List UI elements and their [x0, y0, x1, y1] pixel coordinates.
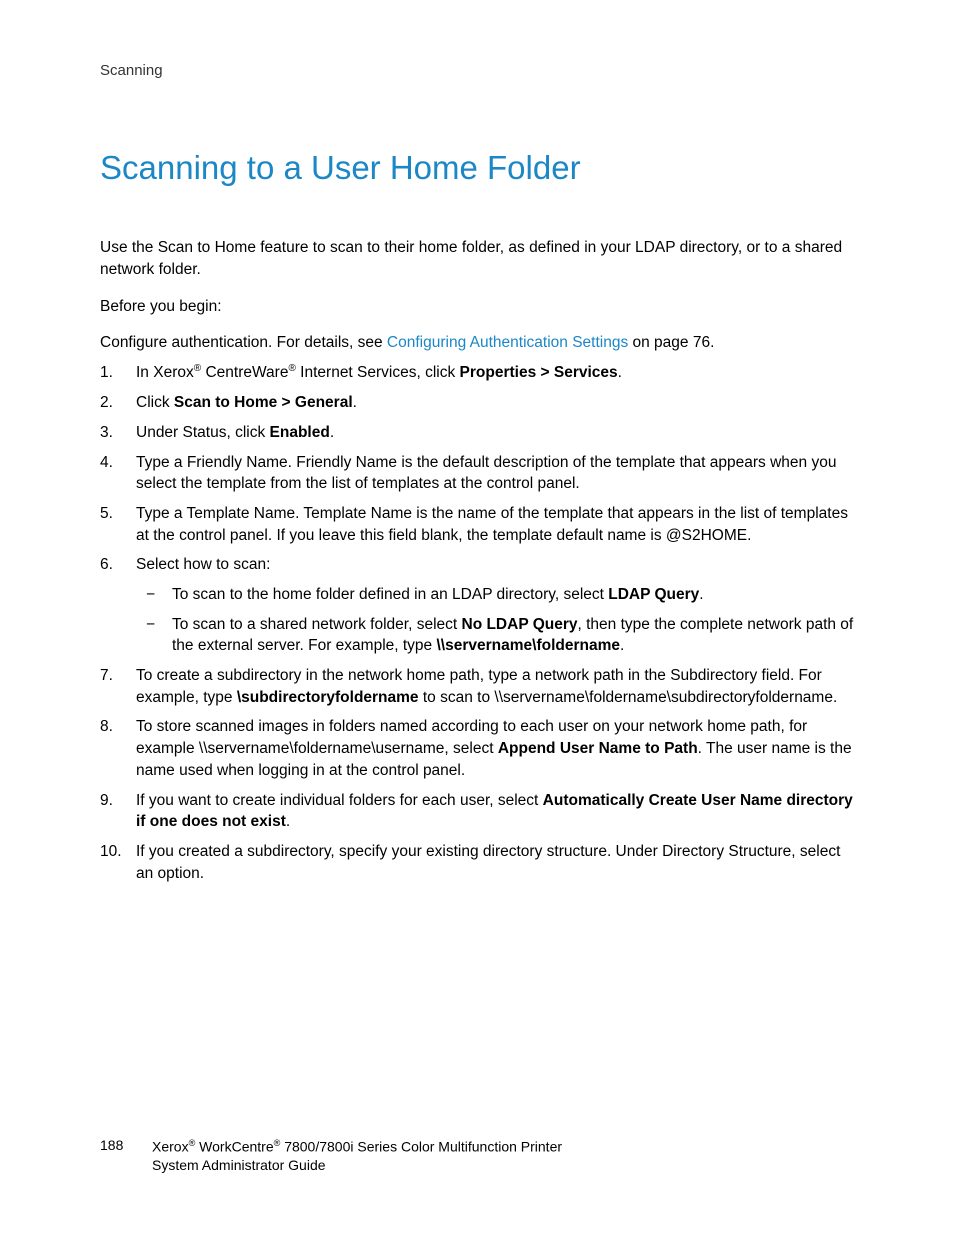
step-6b: To scan to a shared network folder, sele…	[136, 614, 854, 657]
page-number: 188	[100, 1137, 152, 1175]
configure-prefix: Configure authentication. For details, s…	[100, 334, 387, 351]
step-9: If you want to create individual folders…	[100, 790, 854, 833]
step-7-suffix: to scan to \\servername\foldername\subdi…	[419, 689, 838, 706]
step-2-bold: Scan to Home > General	[174, 394, 353, 411]
step-6b-prefix: To scan to a shared network folder, sele…	[172, 616, 462, 633]
step-1-suffix: .	[618, 365, 622, 382]
step-1: In Xerox® CentreWare® Internet Services,…	[100, 362, 854, 384]
footer-doc-title: Xerox® WorkCentre® 7800/7800i Series Col…	[152, 1137, 562, 1175]
step-2-prefix: Click	[136, 394, 174, 411]
step-3-suffix: .	[330, 424, 334, 441]
step-6: Select how to scan: To scan to the home …	[100, 554, 854, 657]
step-10: If you created a subdirectory, specify y…	[100, 841, 854, 884]
footer-line2: System Administrator Guide	[152, 1157, 326, 1173]
step-6a-bold: LDAP Query	[608, 586, 699, 603]
step-1-prefix: In Xerox	[136, 365, 194, 382]
step-6-sublist: To scan to the home folder defined in an…	[136, 584, 854, 657]
step-6a: To scan to the home folder defined in an…	[136, 584, 854, 606]
step-4: Type a Friendly Name. Friendly Name is t…	[100, 452, 854, 495]
configure-link[interactable]: Configuring Authentication Settings	[387, 334, 628, 351]
step-6a-suffix: .	[699, 586, 703, 603]
step-7-bold: \subdirectoryfoldername	[237, 689, 419, 706]
footer-line1b: WorkCentre	[195, 1138, 273, 1154]
step-7: To create a subdirectory in the network …	[100, 665, 854, 708]
step-6a-prefix: To scan to the home folder defined in an…	[172, 586, 608, 603]
step-1-bold: Properties > Services	[460, 365, 618, 382]
step-6b-bold1: No LDAP Query	[462, 616, 578, 633]
footer-line1a: Xerox	[152, 1138, 189, 1154]
step-3-prefix: Under Status, click	[136, 424, 270, 441]
step-3-bold: Enabled	[270, 424, 330, 441]
before-you-begin: Before you begin:	[100, 298, 854, 316]
step-5: Type a Template Name. Template Name is t…	[100, 503, 854, 546]
step-1-mid2: Internet Services, click	[296, 365, 460, 382]
step-8-bold: Append User Name to Path	[498, 740, 698, 757]
configure-auth-line: Configure authentication. For details, s…	[100, 334, 854, 352]
step-3: Under Status, click Enabled.	[100, 422, 854, 444]
page-footer: 188 Xerox® WorkCentre® 7800/7800i Series…	[100, 1137, 856, 1175]
step-8: To store scanned images in folders named…	[100, 716, 854, 781]
step-6-lead: Select how to scan:	[136, 556, 270, 573]
step-9-prefix: If you want to create individual folders…	[136, 792, 543, 809]
reg-mark: ®	[288, 363, 295, 374]
step-1-mid1: CentreWare	[201, 365, 288, 382]
footer-line1c: 7800/7800i Series Color Multifunction Pr…	[280, 1138, 562, 1154]
step-6b-bold2: \\servername\foldername	[436, 637, 620, 654]
steps-list: In Xerox® CentreWare® Internet Services,…	[100, 362, 854, 884]
step-9-suffix: .	[286, 813, 290, 830]
configure-suffix: on page 76.	[628, 334, 714, 351]
step-6b-suffix: .	[620, 637, 624, 654]
page-header-section: Scanning	[100, 62, 854, 79]
page-title: Scanning to a User Home Folder	[100, 149, 854, 187]
intro-paragraph: Use the Scan to Home feature to scan to …	[100, 237, 854, 280]
step-2-suffix: .	[353, 394, 357, 411]
step-2: Click Scan to Home > General.	[100, 392, 854, 414]
